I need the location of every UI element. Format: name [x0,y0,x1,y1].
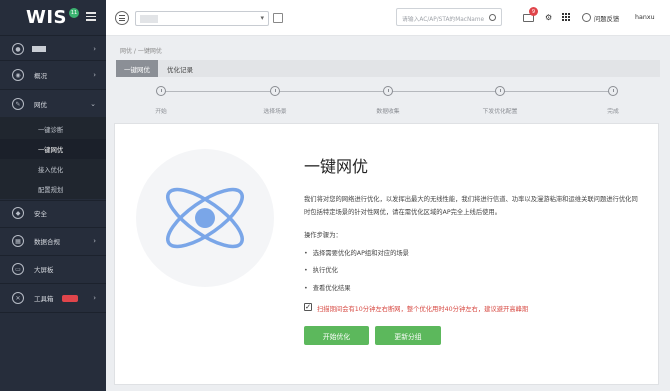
wrench-icon: ✎ [12,98,24,110]
menu-collapse-icon[interactable] [86,12,96,22]
start-optimization-button[interactable]: 开始优化 [304,326,369,345]
update-group-button[interactable]: 更新分组 [375,326,441,345]
caret-down-icon: ▾ [260,14,264,22]
search-icon[interactable] [489,14,496,21]
steps-heading: 操作步骤为： [304,232,342,239]
sidebar-item-toolbox[interactable]: ✕ 工具箱 › [0,288,106,308]
step-label: 完成 [607,109,619,115]
list-item: 查看优化结果 [304,283,351,292]
logo-badge: 11 [69,7,80,18]
sidebar-subitem-oneclick-opt[interactable]: 一键网优 [0,139,106,159]
toolbox-icon: ✕ [12,292,24,304]
edit-icon[interactable] [273,13,283,23]
sidebar-item-netopt[interactable]: ✎ 网优 ⌄ [0,94,106,114]
sidebar-item-label: 工具箱 [34,295,54,303]
step-label: 数据收集 [376,109,400,115]
atom-icon [166,187,244,249]
sidebar: WIS 11 ● › ◉ 概况 › ✎ 网优 ⌄ 一键诊断 一键网优 接入优化 … [0,0,106,391]
help-feedback-link[interactable]: 问题反馈 [594,14,619,23]
step-clock-icon [270,86,280,96]
tab-bar: 一键网优 优化记录 [116,60,660,77]
warning-text: 扫描期间会有10分钟左右断网，整个优化用时40分钟左右，建议避开高峰期 [317,306,529,313]
apps-grid-icon[interactable] [562,13,570,21]
step-label: 下发优化配置 [482,109,518,115]
chevron-right-icon: › [93,71,96,79]
list-item: 选择需要优化的AP组和对应的场景 [304,248,409,257]
acknowledge-checkbox[interactable]: ✓ [304,303,312,311]
step-clock-icon [156,86,166,96]
topbar: ▾ 请输入AC/AP/STA的MacName 9 ⚙ 问题反馈 hanxu [106,0,670,36]
monitor-icon: ▭ [12,263,24,275]
site-name-placeholder [32,46,46,52]
logo-text: WIS [26,7,68,28]
chevron-right-icon: › [93,294,96,302]
mail-count-badge: 9 [529,7,538,16]
step-label: 选择场景 [263,109,287,115]
tab-opt-records[interactable]: 优化记录 [162,60,198,77]
dashboard-icon: ◉ [12,69,24,81]
sidebar-item-label: 网优 [34,101,47,109]
user-name[interactable]: hanxu [635,14,655,21]
tab-oneclick-opt[interactable]: 一键网优 [116,60,158,77]
sidebar-subitem-access-opt[interactable]: 接入优化 [0,159,106,179]
location-icon: ● [12,43,24,55]
step-clock-icon [495,86,505,96]
sidebar-item-label: 大屏板 [34,266,54,274]
page-title: 一键网优 [304,157,369,176]
step-label: 开始 [155,109,167,115]
breadcrumb: 网优 / 一键网优 [120,48,162,55]
sidebar-item-big-screen[interactable]: ▭ 大屏板 [0,259,106,279]
sidebar-item-security[interactable]: ◆ 安全 [0,203,106,223]
site-select-value [140,15,158,23]
step-clock-icon [608,86,618,96]
sidebar-item-label: 数据合规 [34,238,60,246]
sidebar-item-label: 概况 [34,72,47,80]
site-select[interactable]: ▾ [135,11,269,26]
shield-icon: ◆ [12,207,24,219]
sidebar-item-label: 安全 [34,210,47,218]
help-icon[interactable] [582,13,591,22]
list-item: 执行优化 [304,265,338,274]
step-clock-icon [383,86,393,96]
chevron-down-icon: ⌄ [90,100,96,108]
hero-illustration [136,149,274,287]
description: 我们将对您的网络进行优化，以发挥出最大的无线性能，我们将进行信道、功率以及漫游粘… [304,196,638,216]
site-selector-item[interactable]: ● › [0,39,106,59]
search-input[interactable]: 请输入AC/AP/STA的MacName [396,8,502,26]
chevron-right-icon: › [93,45,96,53]
sidebar-subitem-config-plan[interactable]: 配置规划 [0,179,106,199]
chevron-right-icon: › [93,237,96,245]
sidebar-item-overview[interactable]: ◉ 概况 › [0,65,106,85]
sidebar-subitem-diagnose[interactable]: 一键诊断 [0,119,106,139]
sidebar-item-data-compliance[interactable]: ▦ 数据合规 › [0,231,106,251]
chart-icon: ▦ [12,235,24,247]
new-badge [62,295,78,302]
menu-icon[interactable] [115,11,129,25]
gear-icon[interactable]: ⚙ [545,14,552,22]
